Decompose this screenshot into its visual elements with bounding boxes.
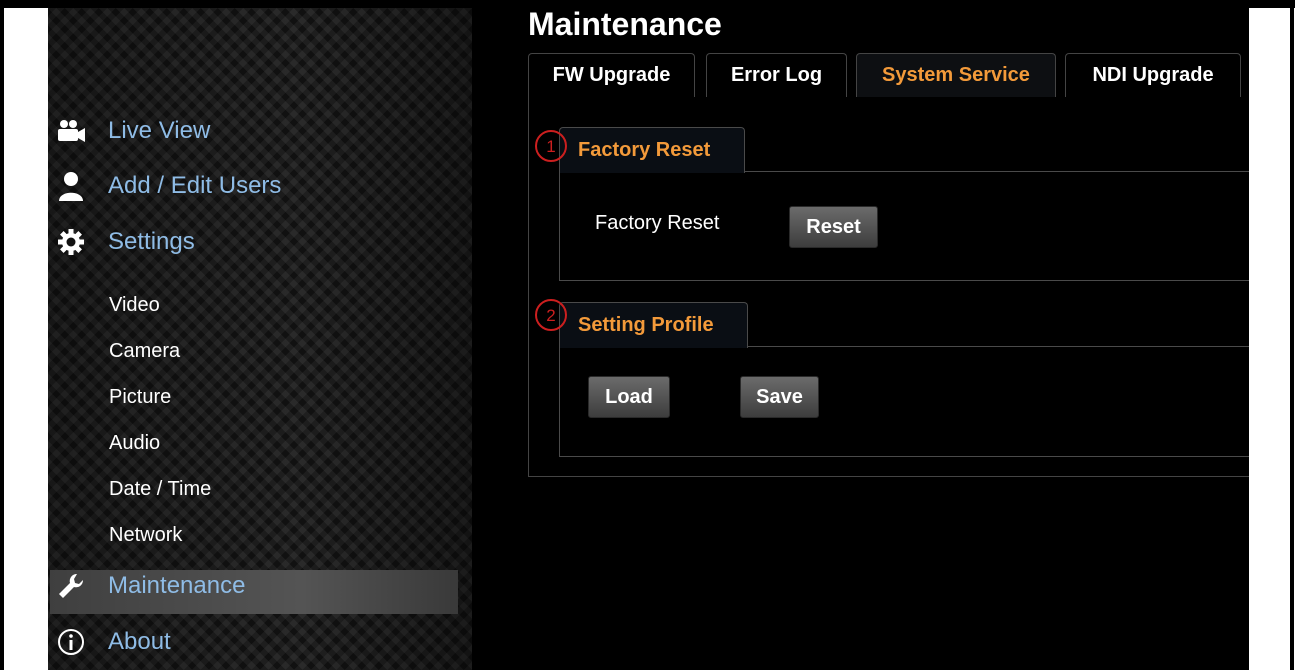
user-icon (56, 171, 86, 201)
camera-web-ui: Live View Add / Edit Users Settings Vide… (48, 8, 1249, 670)
nav-maintenance-label: Maintenance (108, 572, 246, 599)
nav-sub-audio[interactable]: Audio (109, 432, 160, 458)
nav-sub-camera[interactable]: Camera (109, 340, 180, 366)
sidebar: Live View Add / Edit Users Settings Vide… (48, 8, 472, 670)
step-2-marker: 2 (535, 299, 567, 331)
setting-profile-group-rule (748, 346, 1249, 347)
setting-profile-group: Setting Profile Load Save (559, 302, 1249, 457)
factory-reset-group-title: Factory Reset (559, 127, 745, 173)
nav-live-view-label: Live View (108, 117, 211, 144)
step-1-marker: 1 (535, 130, 567, 162)
nav-maintenance[interactable]: Maintenance (56, 569, 245, 603)
nav-sub-date-time[interactable]: Date / Time (109, 478, 211, 504)
factory-reset-group-rule (745, 171, 1249, 172)
nav-about[interactable]: About (56, 625, 171, 659)
nav-sub-network[interactable]: Network (109, 524, 182, 550)
nav-add-edit-users-label: Add / Edit Users (108, 172, 282, 199)
nav-add-edit-users[interactable]: Add / Edit Users (56, 169, 281, 203)
save-button[interactable]: Save (740, 376, 819, 418)
nav-sub-picture[interactable]: Picture (109, 386, 171, 412)
nav-settings-label: Settings (108, 228, 195, 255)
document-frame-left (0, 0, 4, 670)
document-frame-right (1290, 0, 1294, 670)
video-camera-icon (56, 116, 86, 146)
wrench-icon (56, 571, 86, 601)
main-content: Maintenance FW Upgrade Error Log System … (528, 8, 1249, 670)
nav-settings[interactable]: Settings (56, 225, 195, 259)
document-top-rule (0, 0, 1295, 8)
info-icon (56, 627, 86, 657)
tab-ndi-upgrade[interactable]: NDI Upgrade (1065, 53, 1241, 97)
nav-live-view[interactable]: Live View (56, 114, 210, 148)
tab-fw-upgrade[interactable]: FW Upgrade (528, 53, 695, 97)
tab-error-log[interactable]: Error Log (706, 53, 847, 97)
factory-reset-group: Factory Reset Factory Reset Reset (559, 127, 1249, 281)
nav-sub-video[interactable]: Video (109, 294, 160, 320)
tab-system-service[interactable]: System Service (856, 53, 1056, 97)
gear-icon (56, 227, 86, 257)
setting-profile-group-title: Setting Profile (559, 302, 748, 348)
load-button[interactable]: Load (588, 376, 670, 418)
page-title: Maintenance (528, 8, 722, 42)
reset-button[interactable]: Reset (789, 206, 878, 248)
factory-reset-label: Factory Reset (595, 212, 720, 234)
nav-about-label: About (108, 628, 171, 655)
system-service-panel: Factory Reset Factory Reset Reset Settin… (528, 97, 1249, 477)
